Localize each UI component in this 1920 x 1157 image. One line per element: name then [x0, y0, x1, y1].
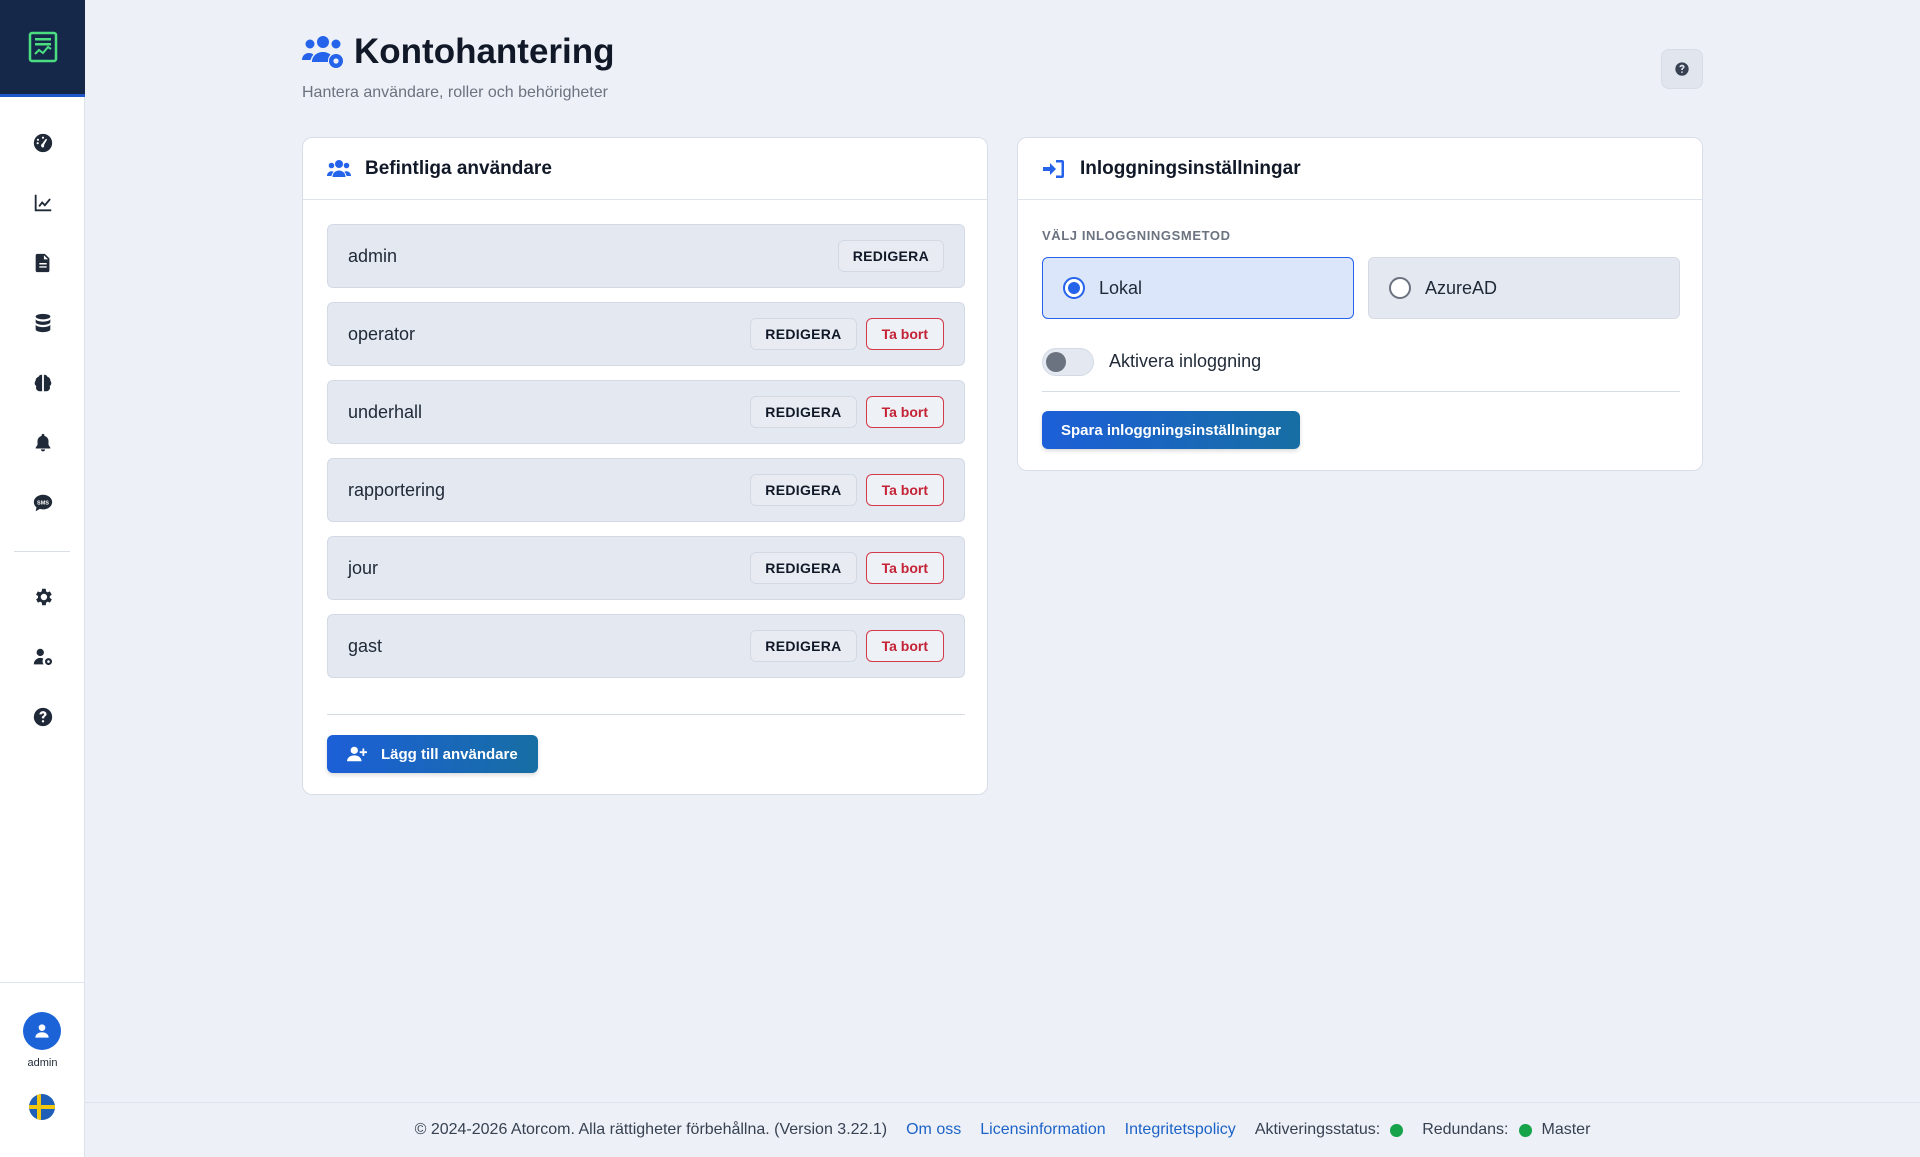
- brain-icon: [34, 374, 51, 392]
- user-row: rapportering REDIGERA Ta bort: [327, 458, 965, 522]
- edit-user-button[interactable]: REDIGERA: [750, 396, 857, 428]
- delete-user-button[interactable]: Ta bort: [865, 552, 944, 584]
- nav-database[interactable]: [0, 303, 85, 343]
- user-name: underhall: [348, 401, 423, 422]
- enable-login-label: Aktivera inloggning: [1109, 351, 1262, 371]
- delete-user-button[interactable]: Ta bort: [865, 630, 944, 662]
- edit-user-button[interactable]: REDIGERA: [750, 474, 857, 506]
- line-chart-icon: [34, 194, 51, 212]
- page-title: Kontohantering: [354, 32, 615, 71]
- help-button[interactable]: [1661, 49, 1703, 89]
- login-divider: [1042, 391, 1680, 392]
- redundancy-label: Redundans:: [1422, 1121, 1509, 1138]
- nav-help[interactable]: [0, 697, 85, 737]
- nav-alarms[interactable]: [0, 423, 85, 463]
- user-name: jour: [348, 557, 379, 578]
- login-card-title: Inloggningsinställningar: [1080, 157, 1301, 179]
- user-row: admin REDIGERA: [327, 224, 965, 288]
- question-icon: [33, 707, 52, 727]
- swedish-flag-icon[interactable]: [29, 1094, 55, 1120]
- activation-status-dot: [1390, 1123, 1404, 1137]
- database-icon: [35, 313, 50, 333]
- activation-status-label: Aktiveringsstatus:: [1254, 1121, 1381, 1138]
- login-settings-card: Inloggningsinställningar VÄLJ INLOGGNING…: [1017, 137, 1703, 471]
- redundancy-status-dot: [1518, 1123, 1532, 1137]
- sign-in-icon: [1043, 159, 1064, 178]
- add-user-label: Lägg till användare: [381, 745, 518, 763]
- radio-option-azuread[interactable]: AzureAD: [1368, 257, 1680, 319]
- page-subtitle: Hantera användare, roller och behörighet…: [302, 84, 608, 101]
- user-name: rapportering: [348, 479, 446, 500]
- user-cog-icon: [33, 648, 52, 666]
- nav-reports[interactable]: [0, 243, 85, 283]
- gear-icon: [35, 588, 52, 606]
- license-link[interactable]: Licensinformation: [980, 1121, 1105, 1139]
- users-icon: [327, 159, 351, 177]
- save-login-settings-button[interactable]: Spara inloggningsinställningar: [1042, 411, 1301, 449]
- sidebar-bottom-divider: [0, 982, 85, 983]
- users-card: Befintliga användare admin REDIGERA oper…: [302, 137, 988, 795]
- edit-user-button[interactable]: REDIGERA: [750, 552, 857, 584]
- edit-user-button[interactable]: REDIGERA: [750, 318, 857, 350]
- users-divider: [327, 714, 965, 715]
- avatar[interactable]: [23, 1012, 61, 1050]
- user-icon: [35, 1024, 49, 1038]
- delete-user-button[interactable]: Ta bort: [865, 396, 944, 428]
- user-row: jour REDIGERA Ta bort: [327, 536, 965, 600]
- radio-option-local[interactable]: Lokal: [1042, 257, 1354, 319]
- speedometer-icon: [33, 133, 52, 153]
- nav-sms[interactable]: SMS: [0, 483, 85, 523]
- nav-ai[interactable]: [0, 363, 85, 403]
- edit-user-button[interactable]: REDIGERA: [837, 240, 944, 272]
- add-user-button[interactable]: Lägg till användare: [327, 735, 538, 773]
- page-header: Kontohantering Hantera användare, roller…: [302, 32, 615, 102]
- sms-icon: SMS: [33, 494, 52, 512]
- report-logo-icon: [28, 31, 57, 63]
- privacy-link[interactable]: Integritetspolicy: [1125, 1121, 1236, 1139]
- redundancy-value: Master: [1541, 1121, 1591, 1138]
- question-icon: [1675, 62, 1689, 76]
- nav-dashboard[interactable]: [0, 123, 85, 163]
- radio-button-azuread[interactable]: [1389, 277, 1411, 299]
- document-icon: [35, 253, 49, 273]
- nav-account-management[interactable]: [0, 637, 85, 677]
- users-card-title: Befintliga användare: [365, 157, 552, 179]
- footer: © 2024-2026 Atorcom. Alla rättigheter fö…: [85, 1102, 1920, 1157]
- current-user-label: admin: [27, 1057, 58, 1069]
- login-card-header: Inloggningsinställningar: [1018, 138, 1702, 200]
- nav-statistics[interactable]: [0, 183, 85, 223]
- nav-settings[interactable]: [0, 577, 85, 617]
- radio-label-local: Lokal: [1099, 277, 1143, 298]
- user-name: admin: [348, 245, 398, 266]
- user-row: underhall REDIGERA Ta bort: [327, 380, 965, 444]
- radio-label-azuread: AzureAD: [1425, 277, 1498, 298]
- radio-button-local[interactable]: [1063, 277, 1085, 299]
- sidebar: SMS admin: [0, 0, 85, 1157]
- users-cog-icon: [302, 36, 343, 68]
- redundancy-status: Redundans: Master: [1422, 1121, 1590, 1139]
- enable-login-toggle[interactable]: [1042, 348, 1094, 376]
- about-link[interactable]: Om oss: [906, 1121, 961, 1139]
- delete-user-button[interactable]: Ta bort: [865, 474, 944, 506]
- delete-user-button[interactable]: Ta bort: [865, 318, 944, 350]
- sms-icon-label: SMS: [37, 500, 49, 506]
- users-card-header: Befintliga användare: [303, 138, 987, 200]
- user-name: operator: [348, 323, 416, 344]
- copyright-text: © 2024-2026 Atorcom. Alla rättigheter fö…: [414, 1121, 888, 1138]
- user-name: gast: [348, 635, 383, 656]
- activation-status: Aktiveringsstatus:: [1254, 1121, 1404, 1139]
- user-plus-icon: [347, 746, 367, 762]
- app-logo[interactable]: [0, 0, 85, 97]
- user-row: gast REDIGERA Ta bort: [327, 614, 965, 678]
- edit-user-button[interactable]: REDIGERA: [750, 630, 857, 662]
- user-row: operator REDIGERA Ta bort: [327, 302, 965, 366]
- login-method-label: VÄLJ INLOGGNINGSMETOD: [1042, 228, 1231, 243]
- sidebar-divider: [14, 551, 70, 552]
- bell-icon: [35, 433, 50, 452]
